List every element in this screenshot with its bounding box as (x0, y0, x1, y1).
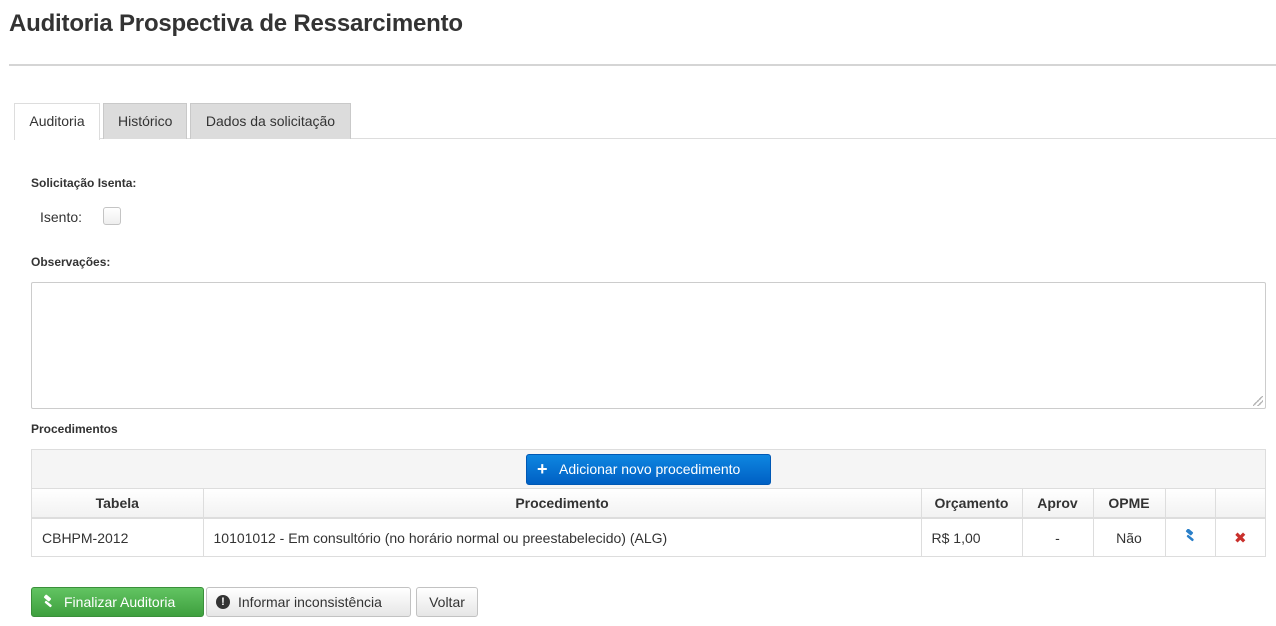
tab-bar: Auditoria Histórico Dados da solicitação (14, 103, 1276, 140)
plus-icon: + (537, 459, 548, 479)
informar-inconsistencia-button[interactable]: ! Informar inconsistência (206, 587, 411, 617)
gavel-icon (41, 588, 55, 625)
observacoes-textarea[interactable] (31, 282, 1266, 409)
gavel-icon[interactable] (1183, 528, 1197, 547)
cell-delete-action: ✖ (1215, 518, 1265, 556)
title-divider (9, 64, 1276, 66)
column-header-orcamento[interactable]: Orçamento (921, 489, 1023, 519)
procedimentos-table: Tabela Procedimento Orçamento Aprov OPME… (32, 489, 1265, 556)
procedimentos-label: Procedimentos (31, 422, 118, 436)
observacoes-label: Observações: (31, 255, 111, 269)
cell-audit-action (1165, 518, 1216, 556)
informar-inconsistencia-label: Informar inconsistência (238, 594, 382, 610)
cell-opme: Não (1093, 518, 1166, 556)
solicitacao-isenta-label: Solicitação Isenta: (31, 176, 137, 190)
cell-aprov: - (1022, 518, 1094, 556)
column-header-action (1165, 489, 1216, 519)
column-header-aprov[interactable]: Aprov (1022, 489, 1094, 519)
cell-procedimento: 10101012 - Em consultório (no horário no… (203, 518, 922, 556)
procedimentos-toolbar: + Adicionar novo procedimento (32, 450, 1265, 489)
column-header-procedimento[interactable]: Procedimento (203, 489, 922, 519)
table-row: CBHPM-2012 10101012 - Em consultório (no… (32, 518, 1265, 556)
voltar-button[interactable]: Voltar (416, 587, 478, 617)
page-title: Auditoria Prospectiva de Ressarcimento (9, 10, 463, 37)
column-header-delete (1215, 489, 1265, 519)
cell-orcamento: R$ 1,00 (921, 518, 1023, 556)
cell-tabela: CBHPM-2012 (32, 518, 204, 556)
isento-label: Isento: (40, 209, 83, 225)
add-procedimento-button[interactable]: + Adicionar novo procedimento (526, 454, 771, 485)
tab-dados-solicitacao[interactable]: Dados da solicitação (190, 103, 351, 139)
finalizar-auditoria-button[interactable]: Finalizar Auditoria (31, 587, 204, 617)
finalizar-auditoria-label: Finalizar Auditoria (64, 594, 176, 610)
procedimentos-panel: + Adicionar novo procedimento Tabela Pro… (31, 449, 1266, 557)
table-header-row: Tabela Procedimento Orçamento Aprov OPME (32, 489, 1265, 519)
tab-auditoria[interactable]: Auditoria (14, 103, 100, 140)
exclamation-icon: ! (216, 595, 230, 609)
remove-icon[interactable]: ✖ (1234, 530, 1247, 547)
tab-historico[interactable]: Histórico (103, 103, 187, 139)
add-procedimento-label: Adicionar novo procedimento (559, 461, 741, 477)
column-header-tabela[interactable]: Tabela (32, 489, 204, 519)
textarea-resize-handle[interactable] (1253, 396, 1263, 406)
column-header-opme[interactable]: OPME (1093, 489, 1166, 519)
isento-checkbox[interactable] (103, 207, 121, 225)
